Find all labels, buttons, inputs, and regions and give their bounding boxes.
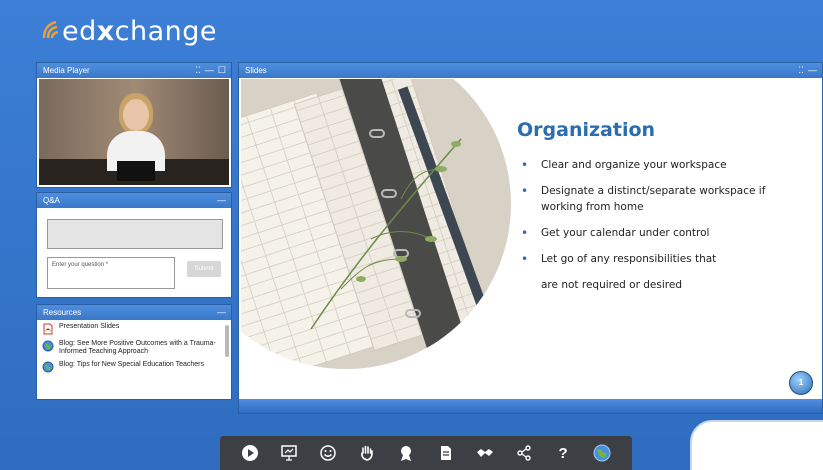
question-input[interactable]: Enter your question *: [47, 257, 175, 289]
media-player-panel: Media Player ⁚⁚ — ☐: [36, 62, 232, 188]
bottom-toolbar: ?: [220, 436, 632, 470]
logo-x: x: [96, 15, 115, 47]
maximize-icon[interactable]: ☐: [218, 63, 226, 78]
bullet-continuation: are not required or desired: [517, 277, 807, 293]
slide-heading: Organization: [517, 119, 656, 141]
resource-label: Presentation Slides: [59, 323, 120, 330]
media-player-header[interactable]: Media Player ⁚⁚ — ☐: [37, 63, 231, 78]
resources-scrollbar[interactable]: [225, 325, 229, 357]
media-player-title: Media Player: [43, 66, 90, 75]
minimize-icon[interactable]: —: [808, 63, 817, 78]
slides-panel: Slides ⁚⁚ — Organization • Clear and org…: [238, 62, 823, 414]
bullet-dot: •: [521, 252, 529, 266]
pdf-icon: [41, 323, 55, 335]
drag-handle-icon[interactable]: ⁚⁚: [195, 63, 201, 78]
slide-canvas: Organization • Clear and organize your wo…: [241, 79, 821, 401]
minimize-icon[interactable]: —: [205, 63, 214, 78]
slides-header[interactable]: Slides ⁚⁚ —: [239, 63, 822, 78]
qa-panel: Q&A — Enter your question * Submit: [36, 192, 232, 298]
bullet-text: Get your calendar under control: [541, 227, 710, 239]
help-icon[interactable]: ?: [552, 442, 574, 464]
logo-ed: ed: [62, 15, 97, 47]
resource-item[interactable]: Blog: Tips for New Special Education Tea…: [41, 361, 225, 373]
slide-bullets: • Clear and organize your workspace • Desi…: [517, 157, 807, 303]
document-icon[interactable]: [435, 442, 457, 464]
laptop: [117, 161, 155, 181]
globe-icon: [41, 361, 55, 373]
bullet-item: • Designate a distinct/separate workspace…: [517, 183, 807, 215]
signal-waves-icon: [42, 20, 59, 39]
bullet-text: Designate a distinct/separate workspace …: [541, 185, 766, 213]
video-feed[interactable]: [39, 79, 229, 185]
submit-button[interactable]: Submit: [187, 261, 221, 277]
smiley-icon[interactable]: [317, 442, 339, 464]
logo-change: change: [114, 15, 218, 47]
qa-title: Q&A: [43, 196, 60, 205]
bullet-text: Let go of any responsibilities that: [541, 253, 717, 265]
edxchange-logo: ed x change: [38, 10, 217, 52]
resource-item[interactable]: Blog: See More Positive Outcomes with a …: [41, 340, 225, 356]
bullet-text: are not required or desired: [541, 279, 682, 291]
planner-photo: [241, 79, 511, 369]
slides-title: Slides: [245, 66, 267, 75]
corner-popup-card: [690, 420, 823, 470]
plant-sprig: [310, 138, 462, 330]
minimize-icon[interactable]: —: [217, 193, 226, 208]
bullet-item: • Let go of any responsibilities that: [517, 251, 807, 267]
globe-icon: [41, 340, 55, 352]
resources-panel: Resources — Presentation Slides Blog: Se…: [36, 304, 232, 400]
resource-label: Blog: Tips for New Special Education Tea…: [59, 361, 205, 368]
badge-icon[interactable]: [395, 442, 417, 464]
play-icon[interactable]: [239, 442, 261, 464]
bullet-text: Clear and organize your workspace: [541, 159, 727, 171]
presentation-icon[interactable]: [278, 442, 300, 464]
bullet-dot: •: [521, 226, 529, 240]
resource-item[interactable]: Presentation Slides: [41, 323, 225, 335]
resource-label: Blog: See More Positive Outcomes with a …: [59, 340, 216, 355]
share-icon[interactable]: [513, 442, 535, 464]
slide-logo-icon: 1: [789, 371, 813, 395]
globe-icon[interactable]: [591, 442, 613, 464]
minimize-icon[interactable]: —: [217, 305, 226, 320]
bullet-item: • Clear and organize your workspace: [517, 157, 807, 173]
presenter-face: [123, 99, 149, 131]
resources-list: Presentation Slides Blog: See More Posit…: [41, 323, 225, 378]
bullet-item: • Get your calendar under control: [517, 225, 807, 241]
resources-header[interactable]: Resources —: [37, 305, 231, 320]
bullet-dot: •: [521, 184, 529, 198]
raise-hand-icon[interactable]: [356, 442, 378, 464]
handshake-icon[interactable]: [474, 442, 496, 464]
bullet-dot: •: [521, 158, 529, 172]
resources-title: Resources: [43, 308, 82, 317]
drag-handle-icon[interactable]: ⁚⁚: [798, 63, 804, 78]
qa-question-list: [47, 219, 223, 249]
slides-footer-bar: [239, 399, 822, 413]
qa-header[interactable]: Q&A —: [37, 193, 231, 208]
